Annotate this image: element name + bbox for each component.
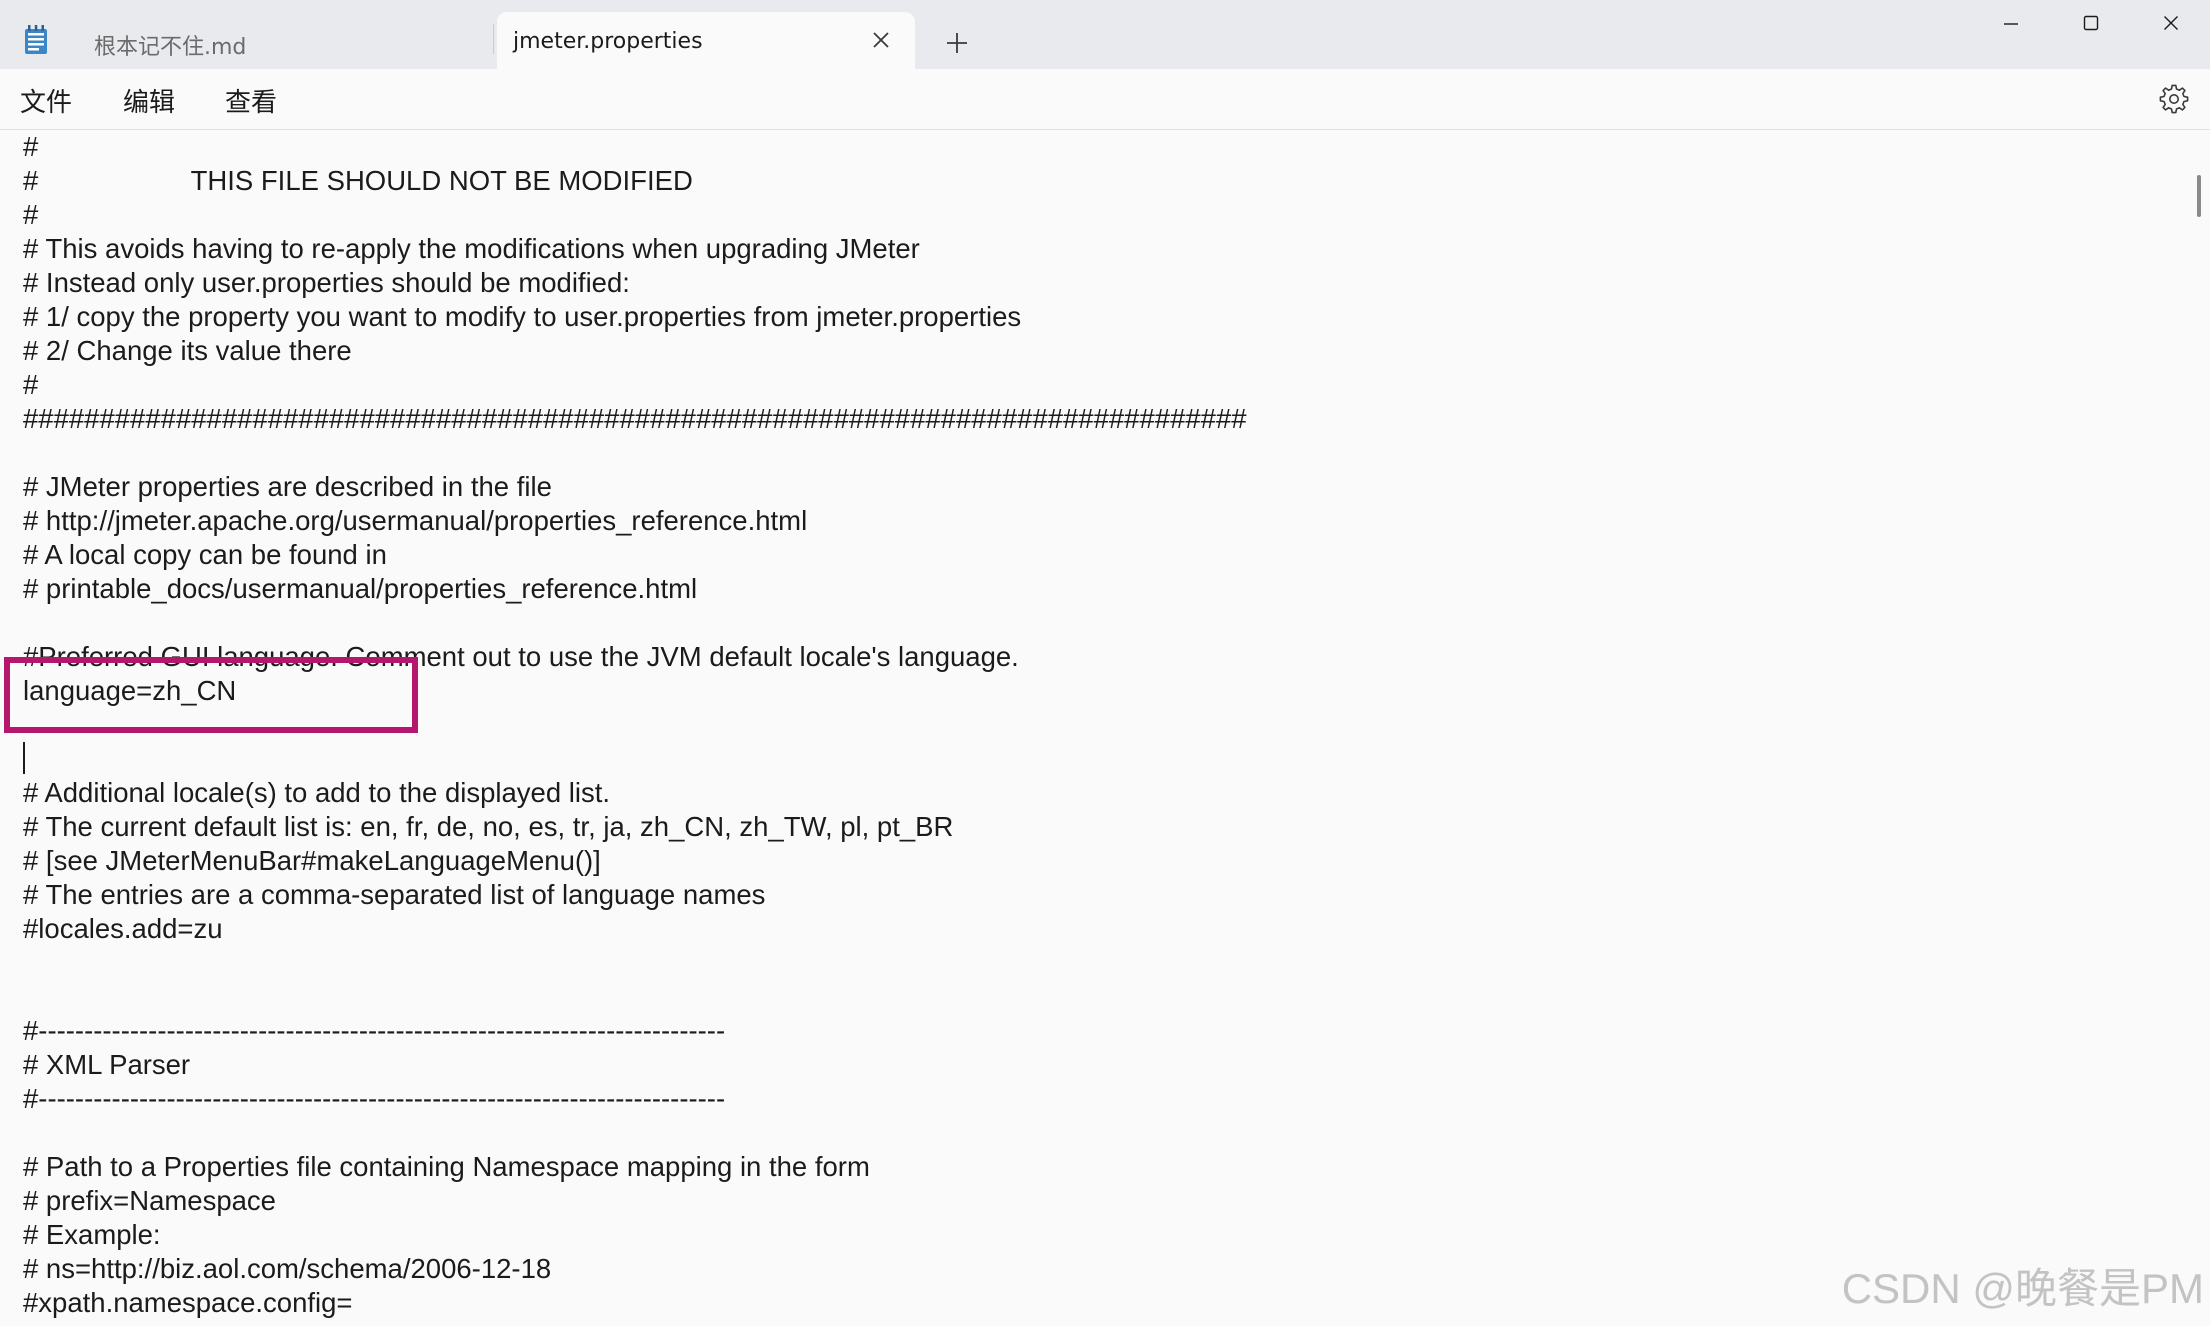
close-icon xyxy=(2164,16,2178,30)
notepad-window: 根本记不住.md jmeter.properties 文件 编辑 查看 # # … xyxy=(0,0,2210,1326)
text-line[interactable]: # 2/ Change its value there xyxy=(23,334,2173,368)
close-icon[interactable] xyxy=(871,30,891,50)
text-line[interactable]: # The entries are a comma-separated list… xyxy=(23,878,2173,912)
text-line[interactable]: # 1/ copy the property you want to modif… xyxy=(23,300,2173,334)
text-line[interactable]: # XML Parser xyxy=(23,1048,2173,1082)
text-line[interactable] xyxy=(23,946,2173,980)
text-line[interactable]: # The current default list is: en, fr, d… xyxy=(23,810,2173,844)
text-line[interactable]: # printable_docs/usermanual/properties_r… xyxy=(23,572,2173,606)
text-line[interactable]: # Example: xyxy=(23,1218,2173,1252)
gear-icon[interactable] xyxy=(2158,83,2190,115)
text-line[interactable]: # [see JMeterMenuBar#makeLanguageMenu()] xyxy=(23,844,2173,878)
text-line[interactable]: #---------------------------------------… xyxy=(23,1014,2173,1048)
menu-file[interactable]: 文件 xyxy=(20,82,72,119)
text-line[interactable] xyxy=(23,742,2173,776)
menu-edit[interactable]: 编辑 xyxy=(123,82,175,119)
text-line[interactable] xyxy=(23,606,2173,640)
text-line[interactable]: # xyxy=(23,198,2173,232)
text-line[interactable] xyxy=(23,436,2173,470)
text-line[interactable]: #---------------------------------------… xyxy=(23,1082,2173,1116)
text-line[interactable]: # Instead only user.properties should be… xyxy=(23,266,2173,300)
text-line[interactable]: # Path to a Properties file containing N… xyxy=(23,1150,2173,1184)
watermark: CSDN @晚餐是PM xyxy=(1841,1265,2204,1312)
text-line[interactable]: #locales.add=zu xyxy=(23,912,2173,946)
title-bar: 根本记不住.md jmeter.properties xyxy=(0,0,2210,69)
text-line[interactable]: # xyxy=(23,130,2173,164)
minimize-icon xyxy=(2004,23,2018,25)
text-caret xyxy=(23,742,25,774)
plus-icon[interactable] xyxy=(940,26,974,60)
maximize-button[interactable] xyxy=(2051,0,2131,48)
close-window-button[interactable] xyxy=(2131,0,2210,48)
maximize-icon xyxy=(2083,15,2099,31)
tab-root-notes[interactable]: 根本记不住.md xyxy=(70,12,490,69)
menu-view[interactable]: 查看 xyxy=(225,82,277,119)
minimize-button[interactable] xyxy=(1971,0,2051,48)
text-line[interactable]: # prefix=Namespace xyxy=(23,1184,2173,1218)
text-line[interactable]: # This avoids having to re-apply the mod… xyxy=(23,232,2173,266)
text-line[interactable]: # A local copy can be found in xyxy=(23,538,2173,572)
notepad-icon xyxy=(25,25,47,54)
text-line[interactable] xyxy=(23,980,2173,1014)
menu-bar: 文件 编辑 查看 xyxy=(0,69,2210,130)
text-line[interactable]: # JMeter properties are described in the… xyxy=(23,470,2173,504)
highlight-annotation-box xyxy=(4,657,418,733)
text-line[interactable] xyxy=(23,1116,2173,1150)
text-line[interactable]: ########################################… xyxy=(23,402,2173,436)
text-line[interactable]: # THIS FILE SHOULD NOT BE MODIFIED xyxy=(23,164,2173,198)
tab-label: 根本记不住.md xyxy=(94,35,247,60)
text-line[interactable]: # http://jmeter.apache.org/usermanual/pr… xyxy=(23,504,2173,538)
tab-divider xyxy=(493,24,494,54)
text-line[interactable]: # Additional locale(s) to add to the dis… xyxy=(23,776,2173,810)
editor-area[interactable]: # # THIS FILE SHOULD NOT BE MODIFIED # # Th… xyxy=(0,130,2210,1326)
vertical-scrollbar-thumb[interactable] xyxy=(2197,175,2201,217)
text-line[interactable]: # xyxy=(23,368,2173,402)
tab-label: jmeter.properties xyxy=(513,29,703,54)
tab-jmeter-properties[interactable]: jmeter.properties xyxy=(497,12,915,69)
